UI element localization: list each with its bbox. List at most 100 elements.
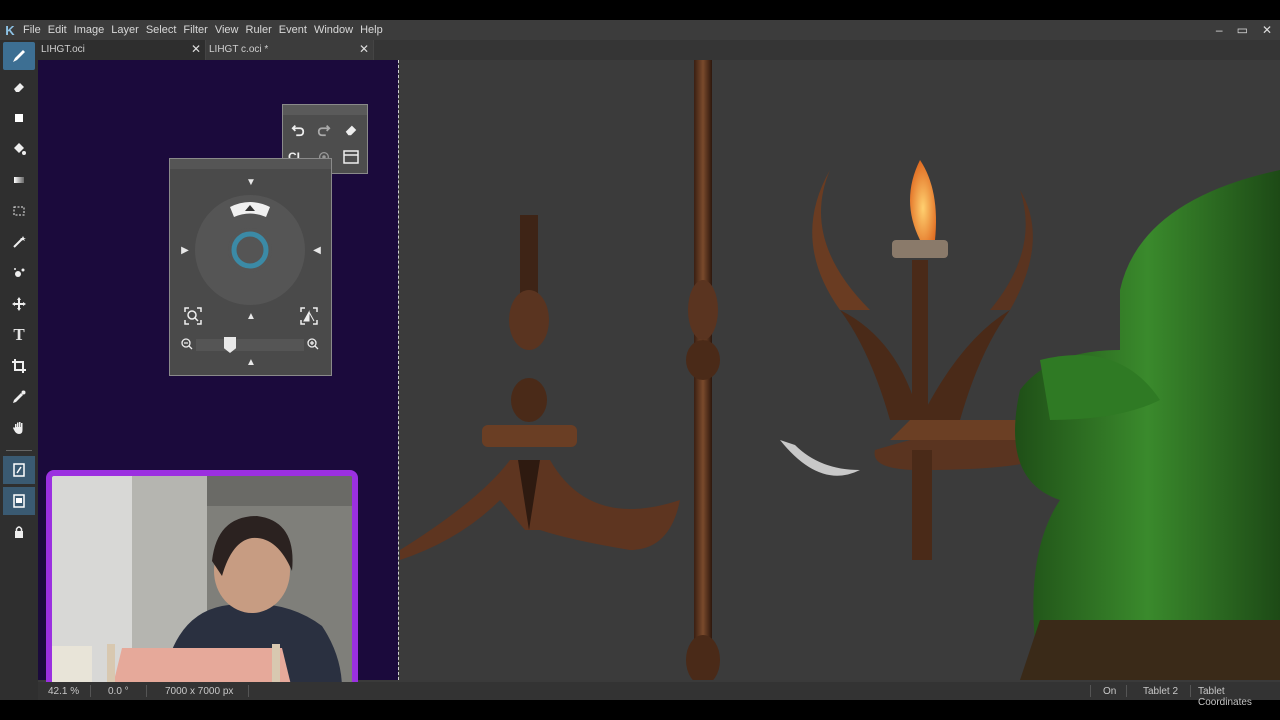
panel-title-bar[interactable]	[283, 105, 367, 115]
zoom-readout: 42.1 %	[48, 686, 80, 697]
menu-image[interactable]: Image	[71, 24, 108, 36]
menu-file[interactable]: File	[20, 24, 44, 36]
status-separator	[90, 685, 91, 697]
eyedropper-tool[interactable]	[3, 383, 35, 411]
scroll-right-arrow-icon[interactable]: ◀	[310, 243, 324, 257]
status-separator	[1126, 685, 1127, 697]
canvas-right-view[interactable]	[400, 60, 1280, 680]
center-ring-icon	[231, 231, 269, 269]
magic-wand-tool[interactable]	[3, 228, 35, 256]
menu-window[interactable]: Window	[311, 24, 356, 36]
menu-view[interactable]: View	[212, 24, 242, 36]
rotation-dial[interactable]	[195, 195, 305, 305]
menu-ruler[interactable]: Ruler	[243, 24, 275, 36]
menu-filter[interactable]: Filter	[180, 24, 210, 36]
navigator-panel: ▼ ▶ ◀ ▲ ▲	[169, 158, 332, 376]
app-window: K File Edit Image Layer Select Filter Vi…	[0, 20, 1280, 708]
crop-tool[interactable]	[3, 352, 35, 380]
close-tab-icon[interactable]: ✕	[191, 42, 201, 56]
window-controls: – ▭ ✕	[1216, 20, 1272, 40]
undo-button[interactable]	[288, 120, 308, 140]
webcam-overlay	[46, 470, 358, 695]
tab-lihgt[interactable]: LIHGT.oci ✕	[38, 40, 206, 60]
artwork-canvas	[400, 60, 1280, 680]
magic-select-tool[interactable]	[3, 259, 35, 287]
status-bar: 42.1 % 0.0 ° 7000 x 7000 px On Tablet 2 …	[38, 682, 1280, 708]
text-icon: T	[13, 325, 25, 344]
zoom-fit-icon	[184, 307, 202, 325]
pen-state-readout: On	[1103, 686, 1117, 697]
fill-tool[interactable]	[3, 135, 35, 163]
eraser-tool[interactable]	[3, 73, 35, 101]
crop-icon	[12, 359, 26, 373]
redo-button[interactable]	[314, 120, 334, 140]
tool-bar: T	[0, 40, 38, 700]
brush-tool[interactable]	[3, 42, 35, 70]
text-tool[interactable]: T	[3, 321, 35, 349]
zoom-slider-thumb[interactable]	[224, 337, 236, 353]
tab-lihgt-c[interactable]: LIHGT c.oci * ✕	[206, 40, 374, 60]
status-separator	[1190, 685, 1191, 697]
tablet-mode-icon	[13, 494, 25, 508]
scroll-down-arrow-2-icon[interactable]: ▲	[244, 355, 258, 369]
status-separator	[248, 685, 249, 697]
close-window-icon[interactable]: ✕	[1262, 20, 1272, 40]
magic-select-icon	[14, 268, 25, 277]
marquee-icon	[13, 206, 25, 216]
zoom-in-icon[interactable]	[306, 337, 320, 351]
menu-bar: K File Edit Image Layer Select Filter Vi…	[0, 20, 1280, 40]
rectangle-icon	[15, 114, 23, 122]
canvas-size-readout: 7000 x 7000 px	[165, 686, 234, 697]
rotation-center	[228, 228, 272, 272]
window-toggle-button[interactable]	[341, 147, 361, 167]
menu-event[interactable]: Event	[276, 24, 310, 36]
eyedropper-icon	[13, 390, 26, 403]
lock-toggle[interactable]	[3, 518, 35, 546]
window-icon	[343, 150, 359, 164]
flip-icon	[300, 307, 318, 325]
eraser-toggle-button[interactable]	[341, 120, 361, 140]
move-tool[interactable]	[3, 290, 35, 318]
eraser-icon	[14, 83, 24, 92]
menu-edit[interactable]: Edit	[45, 24, 70, 36]
select-tool[interactable]	[3, 197, 35, 225]
bucket-icon	[14, 143, 26, 155]
scroll-up-arrow-icon[interactable]: ▼	[244, 175, 258, 189]
lock-icon	[15, 526, 23, 538]
tab-label: LIHGT.oci	[41, 44, 85, 55]
status-separator	[1090, 685, 1091, 697]
tablet-readout: Tablet 2	[1143, 686, 1179, 697]
zoom-fit-button[interactable]	[182, 305, 204, 327]
gradient-tool[interactable]	[3, 166, 35, 194]
scroll-left-arrow-icon[interactable]: ▶	[178, 243, 192, 257]
rotation-readout: 0.0 °	[108, 686, 129, 697]
menu-layer[interactable]: Layer	[108, 24, 142, 36]
flip-button[interactable]	[298, 305, 320, 327]
tab-label: LIHGT c.oci *	[209, 44, 269, 55]
hand-tool[interactable]	[3, 414, 35, 442]
zoom-slider[interactable]	[196, 337, 304, 353]
document-tabs: LIHGT.oci ✕ LIHGT c.oci * ✕	[38, 40, 1280, 60]
undo-icon	[291, 125, 305, 137]
webcam-feed-image	[52, 476, 352, 689]
close-tab-icon[interactable]: ✕	[359, 42, 369, 56]
hand-icon	[13, 422, 23, 434]
zoom-out-icon[interactable]	[180, 337, 194, 351]
tablet-mode-toggle[interactable]	[3, 487, 35, 515]
shape-tool[interactable]	[3, 104, 35, 132]
gradient-icon	[14, 177, 24, 183]
eraser-icon	[345, 125, 357, 136]
app-logo-icon: K	[5, 22, 15, 38]
panel-title-bar[interactable]	[170, 159, 331, 169]
menu-help[interactable]: Help	[357, 24, 386, 36]
move-icon	[12, 297, 26, 311]
redo-icon	[317, 125, 331, 137]
coordinate-mode-readout: Tablet Coordinates	[1198, 686, 1252, 708]
minimize-icon[interactable]: –	[1216, 20, 1223, 40]
menu-select[interactable]: Select	[143, 24, 180, 36]
brush-icon	[13, 50, 25, 62]
scroll-down-arrow-icon[interactable]: ▲	[244, 309, 258, 323]
pen-mode-icon	[13, 463, 25, 477]
pen-mode-toggle[interactable]	[3, 456, 35, 484]
restore-icon[interactable]: ▭	[1237, 20, 1248, 40]
